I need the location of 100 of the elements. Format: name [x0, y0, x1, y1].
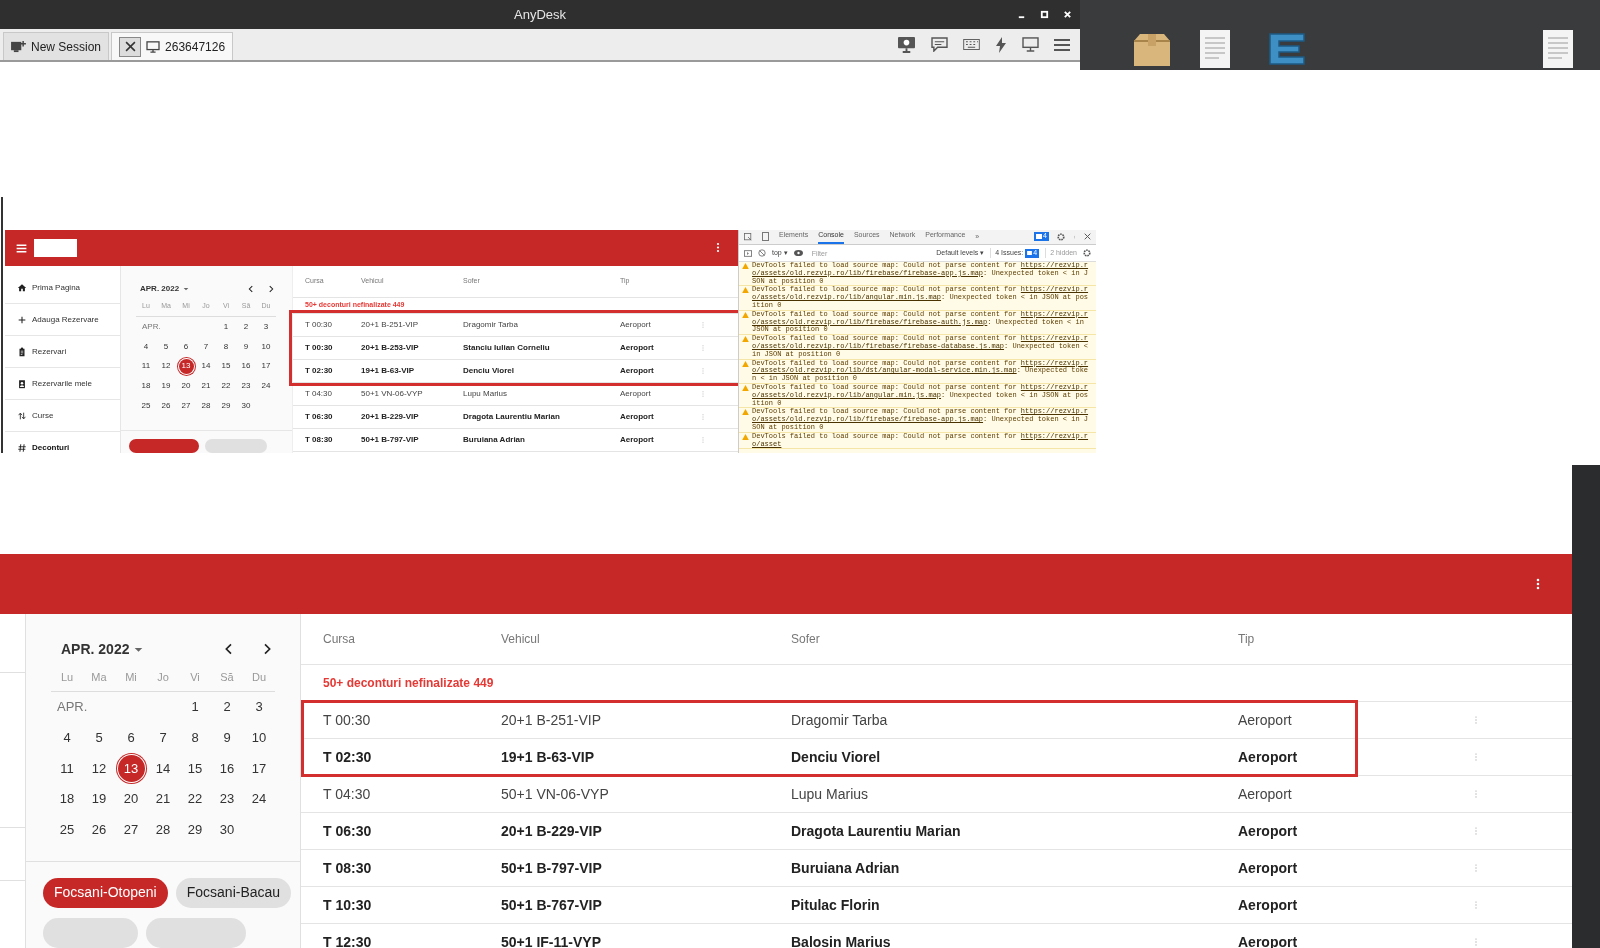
chevron-left-icon[interactable] [246, 283, 256, 294]
calendar-day[interactable]: 20 [178, 378, 194, 394]
calendar-day[interactable]: 18 [138, 378, 154, 394]
calendar-day[interactable]: 28 [198, 398, 214, 414]
calendar-day[interactable]: 2 [238, 319, 254, 335]
calendar-day[interactable]: 13 [178, 358, 194, 374]
calendar-day[interactable]: 30 [238, 398, 254, 414]
calendar-day[interactable]: 16 [238, 358, 254, 374]
table-cell-text: Aeroport [1238, 710, 1293, 730]
maximize-icon[interactable] [1040, 10, 1049, 19]
calendar-day[interactable]: 15 [218, 358, 234, 374]
calendar-day[interactable]: 29 [181, 816, 209, 844]
calendar-day[interactable]: 26 [85, 816, 113, 844]
calendar-day[interactable]: 3 [245, 693, 273, 721]
calendar-day[interactable]: 28 [149, 816, 177, 844]
calendar-day[interactable]: 27 [178, 398, 194, 414]
filter-chip[interactable]: Focsani-Otopeni [43, 877, 168, 908]
calendar-day[interactable]: 10 [258, 339, 274, 354]
table-cell-text: Aeroport [1238, 821, 1299, 841]
calendar-day[interactable]: 23 [213, 785, 241, 813]
calendar-day[interactable]: 5 [85, 724, 113, 752]
inspect-icon[interactable] [744, 233, 752, 241]
letter-e-logo-icon[interactable] [1266, 32, 1306, 66]
calendar-day[interactable]: 4 [53, 724, 81, 752]
eye-icon[interactable] [793, 250, 803, 256]
table-cell-text: T 04:30 [323, 784, 372, 804]
table-cell-text: T 12:30 [323, 932, 373, 948]
calendar-day[interactable]: 3 [258, 319, 274, 335]
calendar-day[interactable]: 26 [158, 398, 174, 414]
calendar-day[interactable]: 21 [198, 378, 214, 394]
keyboard-icon[interactable] [963, 39, 980, 50]
table-cell-text: Aeroport [620, 434, 655, 446]
calendar-day[interactable]: 14 [149, 754, 177, 782]
calendar-day[interactable]: 4 [138, 339, 154, 354]
table-cell-text: Denciu Viorel [463, 365, 515, 377]
new-session-icon[interactable] [11, 40, 26, 53]
calendar-day[interactable]: 6 [178, 339, 194, 354]
filter-chip[interactable]: Focsani-Bacau [175, 877, 292, 908]
menu-icon[interactable] [1054, 37, 1070, 52]
settings-icon[interactable] [1083, 249, 1091, 257]
session-tab[interactable]: 263647126 [111, 32, 234, 60]
calendar-day[interactable]: 29 [218, 398, 234, 414]
chip[interactable] [129, 438, 199, 453]
device-icon[interactable] [762, 232, 769, 241]
display-icon[interactable] [897, 36, 916, 53]
calendar-day[interactable]: 14 [198, 358, 214, 374]
month-selector[interactable]: APR. 2022 [61, 639, 199, 660]
calendar-day[interactable]: 25 [138, 398, 154, 414]
clear-console-icon[interactable] [758, 249, 766, 257]
month-selector[interactable]: APR. 2022 [140, 282, 236, 295]
calendar-day[interactable]: 7 [149, 724, 177, 752]
calendar-day[interactable]: 7 [198, 339, 214, 354]
chevron-right-icon[interactable] [266, 283, 276, 294]
monitor-icon[interactable] [1022, 37, 1039, 52]
calendar-day[interactable]: 23 [238, 378, 254, 394]
calendar-day[interactable]: 22 [218, 378, 234, 394]
calendar-day[interactable]: 25 [53, 816, 81, 844]
calendar-day[interactable]: 17 [258, 358, 274, 374]
calendar-day[interactable]: 19 [85, 785, 113, 813]
calendar-day[interactable]: 30 [213, 816, 241, 844]
close-icon[interactable] [124, 41, 136, 52]
close-tab-button[interactable] [119, 36, 142, 57]
close-icon[interactable] [1084, 233, 1091, 240]
calendar-day[interactable]: 20 [117, 785, 145, 813]
calendar-day[interactable]: 11 [138, 358, 154, 374]
table-cell-text: Buruiana Adrian [791, 858, 901, 878]
lightning-icon[interactable] [995, 36, 1007, 53]
calendar-day[interactable]: 13 [117, 754, 145, 782]
calendar-day[interactable]: 19 [158, 378, 174, 394]
calendar-day[interactable]: 24 [245, 785, 273, 813]
calendar-day[interactable]: 17 [245, 754, 273, 782]
calendar-day[interactable]: 9 [238, 339, 254, 354]
session-tab[interactable]: New Session [3, 32, 110, 60]
settings-icon[interactable] [1057, 232, 1065, 241]
message-icon [1027, 251, 1033, 255]
calendar-day[interactable]: 6 [117, 724, 145, 752]
calendar-day[interactable]: 16 [213, 754, 241, 782]
calendar-day[interactable]: 24 [258, 378, 274, 394]
calendar-day[interactable]: 2 [213, 693, 241, 721]
calendar-day[interactable]: 9 [213, 724, 241, 752]
calendar-day[interactable]: 5 [158, 339, 174, 354]
calendar-day[interactable]: 12 [158, 358, 174, 374]
calendar-day[interactable]: 22 [181, 785, 209, 813]
table-cell-text: T 00:30 [305, 342, 334, 354]
calendar-day[interactable]: 12 [85, 754, 113, 782]
calendar-day[interactable]: 10 [245, 724, 273, 752]
calendar-day[interactable]: 1 [218, 319, 234, 335]
calendar-day[interactable]: 18 [53, 785, 81, 813]
chat-icon[interactable] [931, 37, 948, 52]
calendar-day[interactable]: 8 [181, 724, 209, 752]
calendar-day[interactable]: 27 [117, 816, 145, 844]
home-icon [17, 282, 27, 293]
sidebar-toggle-icon[interactable] [744, 249, 752, 257]
calendar-day[interactable]: 21 [149, 785, 177, 813]
package-icon[interactable] [1132, 33, 1172, 67]
calendar-day[interactable]: 15 [181, 754, 209, 782]
calendar-day[interactable]: 11 [53, 754, 81, 782]
calendar-day[interactable]: 8 [218, 339, 234, 354]
weekday-label: Mi [125, 669, 137, 685]
calendar-day[interactable]: 1 [181, 693, 209, 721]
